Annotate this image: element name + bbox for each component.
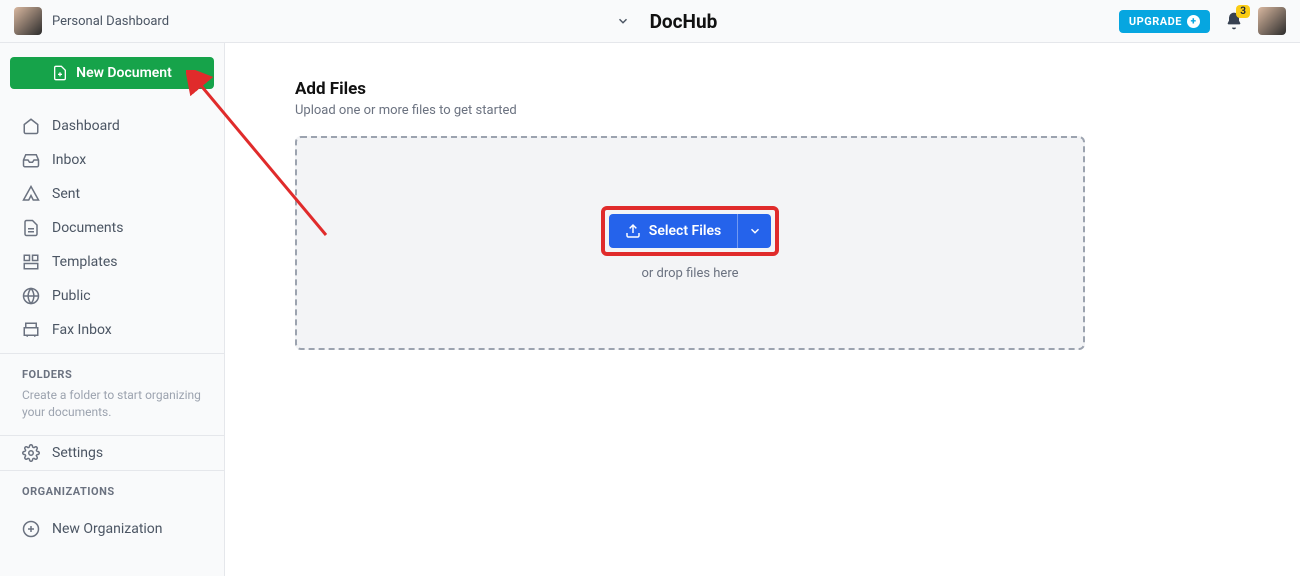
sidebar-item-label: Templates: [52, 254, 118, 270]
folders-title: FOLDERS: [22, 368, 202, 381]
nav-list: Dashboard Inbox Sent Documents Templates…: [0, 103, 224, 353]
chevron-down-icon[interactable]: [616, 14, 630, 28]
folders-description: Create a folder to start organizing your…: [22, 387, 202, 421]
settings-label: Settings: [52, 445, 103, 461]
home-icon: [22, 117, 40, 135]
select-files-dropdown[interactable]: [737, 214, 771, 248]
main-content: Add Files Upload one or more files to ge…: [225, 43, 1300, 576]
plus-circle-icon: [22, 520, 40, 538]
sidebar-item-fax-inbox[interactable]: Fax Inbox: [0, 313, 224, 347]
new-organization-button[interactable]: New Organization: [0, 510, 224, 548]
new-organization-label: New Organization: [52, 521, 163, 537]
file-icon: [22, 219, 40, 237]
workspace-label: Personal Dashboard: [52, 14, 169, 29]
select-files-button[interactable]: Select Files: [609, 214, 737, 248]
globe-icon: [22, 287, 40, 305]
sidebar-item-label: Public: [52, 288, 91, 304]
folders-section: FOLDERS Create a folder to start organiz…: [0, 353, 224, 435]
upload-icon: [625, 223, 641, 239]
sidebar-item-public[interactable]: Public: [0, 279, 224, 313]
sidebar-item-dashboard[interactable]: Dashboard: [0, 109, 224, 143]
notification-badge: 3: [1236, 5, 1250, 18]
template-icon: [22, 253, 40, 271]
sidebar: New Document Dashboard Inbox Sent Docume…: [0, 43, 225, 576]
organizations-section: ORGANIZATIONS: [0, 470, 224, 510]
sidebar-item-label: Dashboard: [52, 118, 120, 134]
upgrade-label: UPGRADE: [1129, 15, 1182, 28]
workspace-switcher[interactable]: Personal Dashboard: [14, 7, 214, 35]
sidebar-item-label: Inbox: [52, 152, 86, 168]
gear-icon: [22, 444, 40, 462]
plus-circle-icon: +: [1187, 15, 1200, 28]
organizations-title: ORGANIZATIONS: [22, 485, 202, 498]
brand-title: DocHub: [650, 10, 718, 33]
file-dropzone[interactable]: Select Files or drop files here: [295, 136, 1085, 350]
avatar-icon: [14, 7, 42, 35]
settings-section: Settings: [0, 435, 224, 470]
sidebar-item-label: Documents: [52, 220, 123, 236]
new-document-label: New Document: [76, 65, 172, 81]
drop-hint: or drop files here: [641, 266, 738, 281]
add-files-subtitle: Upload one or more files to get started: [295, 103, 1230, 118]
inbox-icon: [22, 151, 40, 169]
add-files-title: Add Files: [295, 79, 1230, 99]
sidebar-item-templates[interactable]: Templates: [0, 245, 224, 279]
sidebar-item-inbox[interactable]: Inbox: [0, 143, 224, 177]
topbar: Personal Dashboard DocHub UPGRADE + 3: [0, 0, 1300, 43]
sidebar-item-label: Fax Inbox: [52, 322, 112, 338]
sidebar-item-documents[interactable]: Documents: [0, 211, 224, 245]
notifications-button[interactable]: 3: [1224, 11, 1244, 31]
select-files-highlight: Select Files: [601, 206, 779, 256]
sidebar-item-settings[interactable]: Settings: [0, 436, 224, 470]
sidebar-item-sent[interactable]: Sent: [0, 177, 224, 211]
fax-icon: [22, 321, 40, 339]
upgrade-button[interactable]: UPGRADE +: [1119, 10, 1210, 33]
sidebar-item-label: Sent: [52, 186, 80, 202]
file-plus-icon: [52, 65, 68, 81]
profile-avatar[interactable]: [1258, 7, 1286, 35]
send-icon: [22, 185, 40, 203]
new-document-button[interactable]: New Document: [10, 57, 214, 89]
select-files-label: Select Files: [649, 223, 721, 239]
